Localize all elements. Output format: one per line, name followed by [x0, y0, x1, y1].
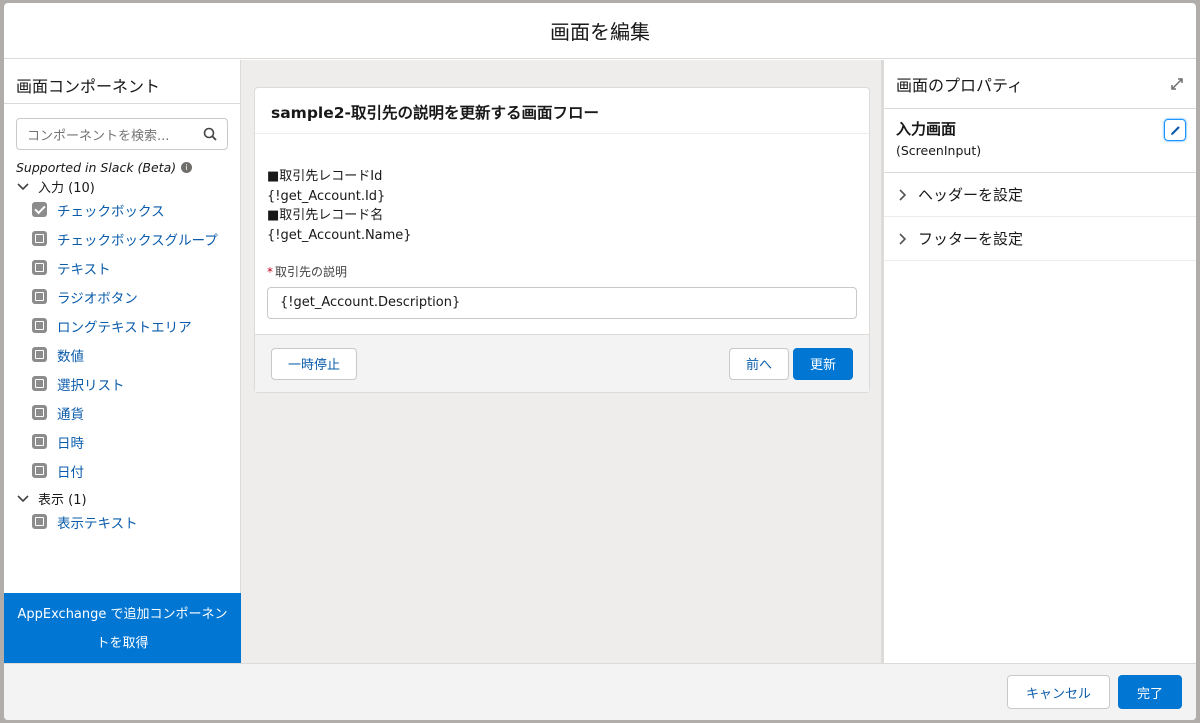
display-line: ■取引先レコード名: [267, 208, 384, 223]
component-item-label: チェックボックスグループ: [57, 232, 218, 249]
long-text-area-icon: [32, 318, 47, 333]
component-item[interactable]: ロングテキストエリア: [4, 311, 240, 340]
chevron-down-icon: [17, 494, 29, 502]
done-button[interactable]: 完了: [1117, 675, 1182, 709]
properties-panel: 画面のプロパティ 入力画面 (ScreenInput) ヘッダーを設定 フッター…: [881, 60, 1196, 663]
component-item[interactable]: ラジオボタン: [4, 282, 240, 311]
picklist-icon: [32, 376, 47, 391]
component-item[interactable]: テキスト: [4, 253, 240, 282]
screen-preview-card[interactable]: sample2-取引先の説明を更新する画面フロー ■取引先レコードId {!ge…: [254, 87, 870, 393]
components-panel-title: 画面コンポーネント: [4, 60, 240, 104]
component-item-label: ラジオボタン: [57, 290, 138, 307]
component-item-label: 表示テキスト: [57, 515, 138, 532]
component-item-label: 数値: [57, 348, 84, 365]
checkbox-icon: [32, 202, 47, 217]
component-item[interactable]: 日時: [4, 427, 240, 456]
element-name: 入力画面: [896, 120, 957, 138]
component-item-label: ロングテキストエリア: [57, 319, 192, 336]
edit-screen-modal: 画面を編集 画面コンポーネント コンポーネントを検索... Supported …: [4, 3, 1196, 720]
component-item-label: 通貨: [57, 406, 84, 423]
chevron-down-icon: [17, 182, 29, 190]
properties-panel-header: 画面のプロパティ: [884, 60, 1196, 109]
modal-title: 画面を編集: [4, 3, 1196, 59]
description-field-label: * 取引先の説明: [267, 265, 348, 279]
datetime-icon: [32, 434, 47, 449]
component-item-label: 日時: [57, 435, 84, 452]
display-line: {!get_Account.Name}: [267, 227, 412, 243]
slack-section-header: Supported in Slack (Beta) i: [4, 150, 240, 175]
component-item[interactable]: チェックボックスグループ: [4, 224, 240, 253]
radio-button-icon: [32, 289, 47, 304]
screen-body: ■取引先レコードId {!get_Account.Id} ■取引先レコード名 {…: [255, 134, 869, 319]
expand-icon[interactable]: [1170, 77, 1184, 91]
component-item-label: 選択リスト: [57, 377, 125, 394]
currency-icon: [32, 405, 47, 420]
component-item[interactable]: 通貨: [4, 398, 240, 427]
display-line: ■取引先レコードId: [267, 169, 383, 184]
component-item-label: 日付: [57, 464, 84, 481]
text-icon: [32, 260, 47, 275]
modal-body: 画面コンポーネント コンポーネントを検索... Supported in Sla…: [4, 60, 1196, 663]
chevron-right-icon: [899, 232, 907, 245]
footer-settings-section[interactable]: フッターを設定: [884, 217, 1196, 261]
display-text-icon: [32, 514, 47, 529]
number-icon: [32, 347, 47, 362]
element-summary: 入力画面 (ScreenInput): [884, 109, 1196, 173]
previous-button[interactable]: 前へ: [728, 347, 789, 380]
modal-footer: キャンセル 完了: [4, 663, 1196, 720]
update-button[interactable]: 更新: [792, 347, 853, 380]
component-item[interactable]: 数値: [4, 340, 240, 369]
screen-canvas: sample2-取引先の説明を更新する画面フロー ■取引先レコードId {!ge…: [241, 60, 881, 663]
display-line: {!get_Account.Id}: [267, 188, 386, 204]
properties-panel-title: 画面のプロパティ: [896, 76, 1024, 95]
chevron-right-icon: [899, 188, 907, 201]
group-display[interactable]: 表示 (1): [4, 487, 240, 508]
edit-button[interactable]: [1164, 119, 1186, 141]
component-item[interactable]: チェックボックス: [4, 195, 240, 224]
components-panel: 画面コンポーネント コンポーネントを検索... Supported in Sla…: [4, 60, 241, 663]
search-icon: [203, 127, 217, 141]
info-icon[interactable]: i: [181, 162, 193, 173]
pencil-icon: [1170, 125, 1180, 135]
cancel-button[interactable]: キャンセル: [1006, 675, 1110, 709]
pause-button[interactable]: 一時停止: [271, 347, 358, 380]
header-settings-section[interactable]: ヘッダーを設定: [884, 173, 1196, 217]
group-input[interactable]: 入力 (10): [4, 175, 240, 196]
screen-title: sample2-取引先の説明を更新する画面フロー: [255, 88, 869, 134]
description-field[interactable]: {!get_Account.Description}: [267, 286, 857, 319]
component-item-label: テキスト: [57, 261, 111, 278]
required-mark: *: [267, 265, 273, 279]
component-item[interactable]: 選択リスト: [4, 369, 240, 398]
search-placeholder: コンポーネントを検索...: [27, 128, 170, 144]
checkbox-group-icon: [32, 231, 47, 246]
component-item[interactable]: 表示テキスト: [4, 507, 240, 536]
date-icon: [32, 463, 47, 478]
element-type: (ScreenInput): [896, 143, 982, 158]
component-item[interactable]: 日付: [4, 456, 240, 485]
component-item-label: チェックボックス: [57, 203, 165, 220]
component-search-input[interactable]: コンポーネントを検索...: [16, 118, 228, 150]
screen-footer: 一時停止 前へ 更新: [255, 334, 869, 392]
appexchange-button[interactable]: AppExchange で追加コンポーネントを取得: [4, 593, 241, 663]
